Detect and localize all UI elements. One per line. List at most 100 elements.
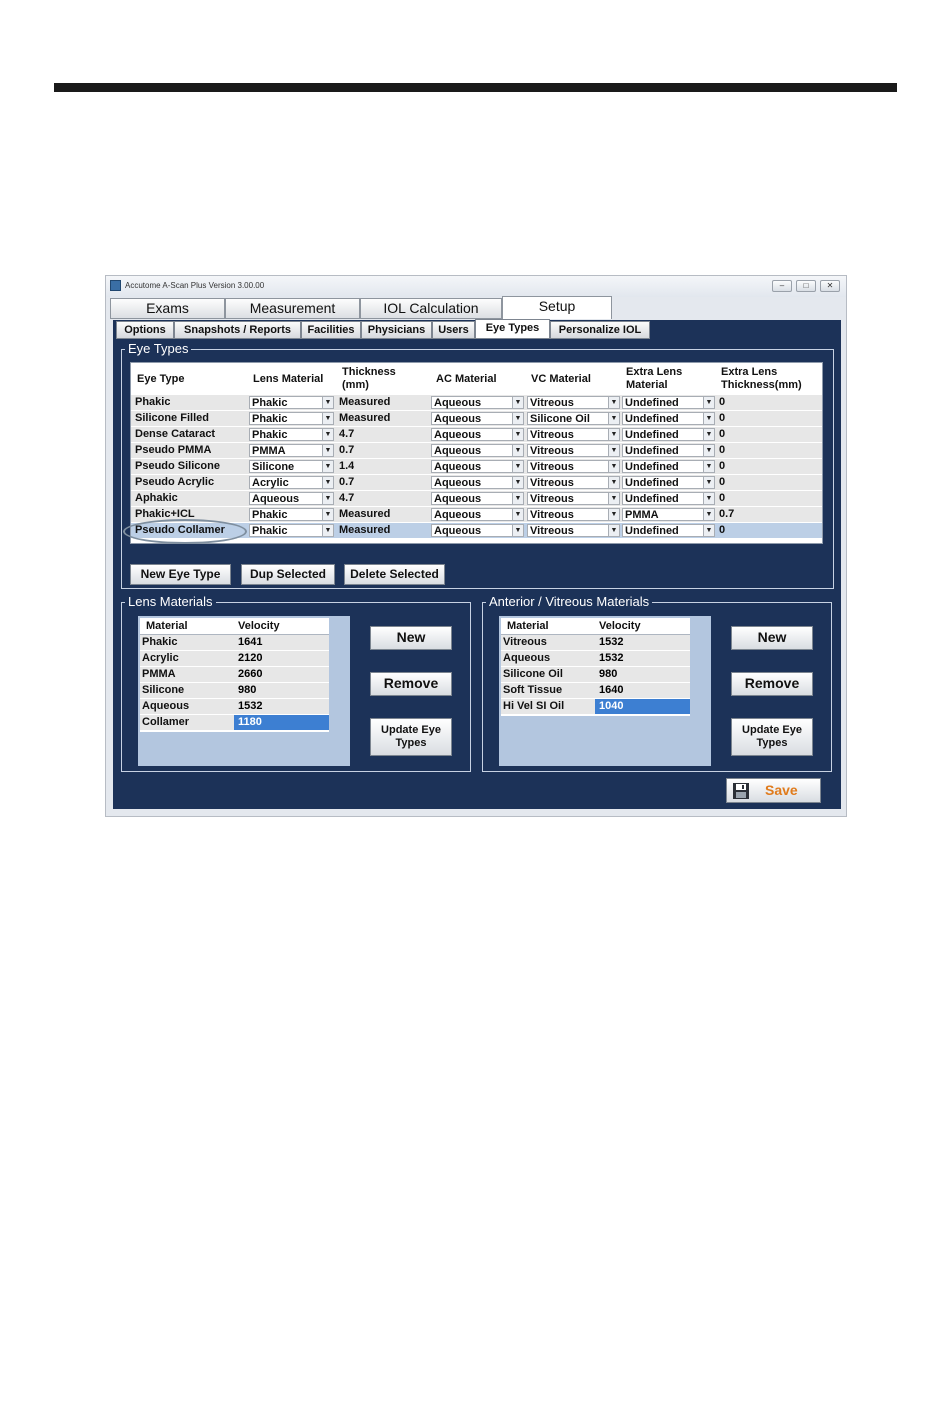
delete-selected-button[interactable]: Delete Selected	[344, 564, 445, 585]
cell-velocity[interactable]: 1532	[595, 651, 690, 666]
cell-extra-thickness[interactable]: 0	[719, 411, 725, 426]
chevron-down-icon[interactable]: ▼	[512, 477, 523, 488]
chevron-down-icon[interactable]: ▼	[512, 525, 523, 536]
ac-material-select[interactable]: Aqueous ▼	[431, 428, 524, 441]
chevron-down-icon[interactable]: ▼	[512, 413, 523, 424]
vc-material-select[interactable]: Vitreous ▼	[527, 428, 620, 441]
cell-thickness[interactable]: 4.7	[339, 427, 354, 442]
list-item-selected[interactable]: Hi Vel SI Oil 1040	[501, 699, 690, 715]
cell-thickness[interactable]: Measured	[339, 507, 390, 522]
chevron-down-icon[interactable]: ▼	[608, 429, 619, 440]
chevron-down-icon[interactable]: ▼	[703, 509, 714, 520]
chevron-down-icon[interactable]: ▼	[703, 397, 714, 408]
cell-extra-thickness[interactable]: 0	[719, 443, 725, 458]
cell-extra-thickness[interactable]: 0	[719, 459, 725, 474]
lens-update-eye-types-button[interactable]: Update Eye Types	[370, 718, 452, 756]
list-item[interactable]: Aqueous 1532	[501, 651, 690, 667]
chevron-down-icon[interactable]: ▼	[512, 461, 523, 472]
table-row[interactable]: Phakic+ICL Phakic ▼ Measured Aqueous ▼ Vit…	[131, 507, 822, 523]
list-item-selected[interactable]: Collamer 1180	[140, 715, 329, 731]
vc-material-select[interactable]: Vitreous ▼	[527, 396, 620, 409]
cell-thickness[interactable]: Measured	[339, 523, 390, 538]
extra-material-select[interactable]: Undefined ▼	[622, 524, 715, 537]
chevron-down-icon[interactable]: ▼	[608, 509, 619, 520]
list-item[interactable]: Vitreous 1532	[501, 635, 690, 651]
vc-material-select[interactable]: Vitreous ▼	[527, 460, 620, 473]
vc-material-select[interactable]: Vitreous ▼	[527, 508, 620, 521]
chevron-down-icon[interactable]: ▼	[703, 445, 714, 456]
lens-remove-button[interactable]: Remove	[370, 672, 452, 696]
lens-material-select[interactable]: Phakic ▼	[249, 396, 334, 409]
table-row[interactable]: Pseudo Acrylic Acrylic ▼ 0.7 Aqueous ▼ Vit…	[131, 475, 822, 491]
subtab-users[interactable]: Users	[432, 321, 475, 339]
chevron-down-icon[interactable]: ▼	[703, 413, 714, 424]
vc-material-select[interactable]: Vitreous ▼	[527, 492, 620, 505]
subtab-options[interactable]: Options	[116, 321, 174, 339]
av-update-eye-types-button[interactable]: Update Eye Types	[731, 718, 813, 756]
ac-material-select[interactable]: Aqueous ▼	[431, 444, 524, 457]
extra-material-select[interactable]: Undefined ▼	[622, 444, 715, 457]
cell-thickness[interactable]: 1.4	[339, 459, 354, 474]
lens-material-select[interactable]: Phakic ▼	[249, 524, 334, 537]
extra-material-select[interactable]: Undefined ▼	[622, 412, 715, 425]
chevron-down-icon[interactable]: ▼	[322, 429, 333, 440]
ac-material-select[interactable]: Aqueous ▼	[431, 412, 524, 425]
vc-material-select[interactable]: Vitreous ▼	[527, 476, 620, 489]
chevron-down-icon[interactable]: ▼	[322, 413, 333, 424]
cell-extra-thickness[interactable]: 0.7	[719, 507, 734, 522]
table-row[interactable]: Aphakic Aqueous ▼ 4.7 Aqueous ▼ Vitreous ▼ …	[131, 491, 822, 507]
cell-velocity[interactable]: 1641	[234, 635, 329, 650]
ac-material-select[interactable]: Aqueous ▼	[431, 460, 524, 473]
list-item[interactable]: Phakic 1641	[140, 635, 329, 651]
chevron-down-icon[interactable]: ▼	[608, 445, 619, 456]
chevron-down-icon[interactable]: ▼	[322, 477, 333, 488]
chevron-down-icon[interactable]: ▼	[512, 493, 523, 504]
chevron-down-icon[interactable]: ▼	[512, 429, 523, 440]
cell-extra-thickness[interactable]: 0	[719, 475, 725, 490]
cell-velocity[interactable]: 2660	[234, 667, 329, 682]
table-row[interactable]: Pseudo Silicone Silicone ▼ 1.4 Aqueous ▼ V…	[131, 459, 822, 475]
extra-material-select[interactable]: Undefined ▼	[622, 492, 715, 505]
table-row[interactable]: Silicone Filled Phakic ▼ Measured Aqueous…	[131, 411, 822, 427]
cell-extra-thickness[interactable]: 0	[719, 523, 725, 538]
cell-velocity[interactable]: 2120	[234, 651, 329, 666]
chevron-down-icon[interactable]: ▼	[608, 397, 619, 408]
chevron-down-icon[interactable]: ▼	[703, 429, 714, 440]
subtab-physicians[interactable]: Physicians	[361, 321, 432, 339]
list-item[interactable]: Silicone 980	[140, 683, 329, 699]
chevron-down-icon[interactable]: ▼	[322, 461, 333, 472]
cell-velocity[interactable]: 980	[234, 683, 329, 698]
list-item[interactable]: Silicone Oil 980	[501, 667, 690, 683]
cell-extra-thickness[interactable]: 0	[719, 427, 725, 442]
cell-velocity[interactable]: 1532	[595, 635, 690, 650]
vc-material-select[interactable]: Vitreous ▼	[527, 524, 620, 537]
close-icon[interactable]: ✕	[820, 280, 840, 292]
chevron-down-icon[interactable]: ▼	[512, 445, 523, 456]
extra-material-select[interactable]: PMMA ▼	[622, 508, 715, 521]
dup-selected-button[interactable]: Dup Selected	[241, 564, 335, 585]
chevron-down-icon[interactable]: ▼	[703, 525, 714, 536]
extra-material-select[interactable]: Undefined ▼	[622, 476, 715, 489]
chevron-down-icon[interactable]: ▼	[703, 461, 714, 472]
chevron-down-icon[interactable]: ▼	[322, 445, 333, 456]
lens-new-button[interactable]: New	[370, 626, 452, 650]
cell-thickness[interactable]: Measured	[339, 395, 390, 410]
subtab-snapshots-reports[interactable]: Snapshots / Reports	[174, 321, 301, 339]
chevron-down-icon[interactable]: ▼	[703, 477, 714, 488]
chevron-down-icon[interactable]: ▼	[608, 493, 619, 504]
chevron-down-icon[interactable]: ▼	[608, 413, 619, 424]
cell-thickness[interactable]: Measured	[339, 411, 390, 426]
table-row[interactable]: Phakic Phakic ▼ Measured Aqueous ▼ Vitreou…	[131, 395, 822, 411]
tab-exams[interactable]: Exams	[110, 298, 225, 319]
cell-extra-thickness[interactable]: 0	[719, 491, 725, 506]
vc-material-select[interactable]: Silicone Oil ▼	[527, 412, 620, 425]
tab-setup[interactable]: Setup	[502, 296, 612, 319]
ac-material-select[interactable]: Aqueous ▼	[431, 476, 524, 489]
ac-material-select[interactable]: Aqueous ▼	[431, 396, 524, 409]
subtab-personalize-iol[interactable]: Personalize IOL	[550, 321, 650, 339]
lens-material-select[interactable]: PMMA ▼	[249, 444, 334, 457]
chevron-down-icon[interactable]: ▼	[512, 509, 523, 520]
extra-material-select[interactable]: Undefined ▼	[622, 460, 715, 473]
lens-material-select[interactable]: Phakic ▼	[249, 412, 334, 425]
chevron-down-icon[interactable]: ▼	[322, 509, 333, 520]
